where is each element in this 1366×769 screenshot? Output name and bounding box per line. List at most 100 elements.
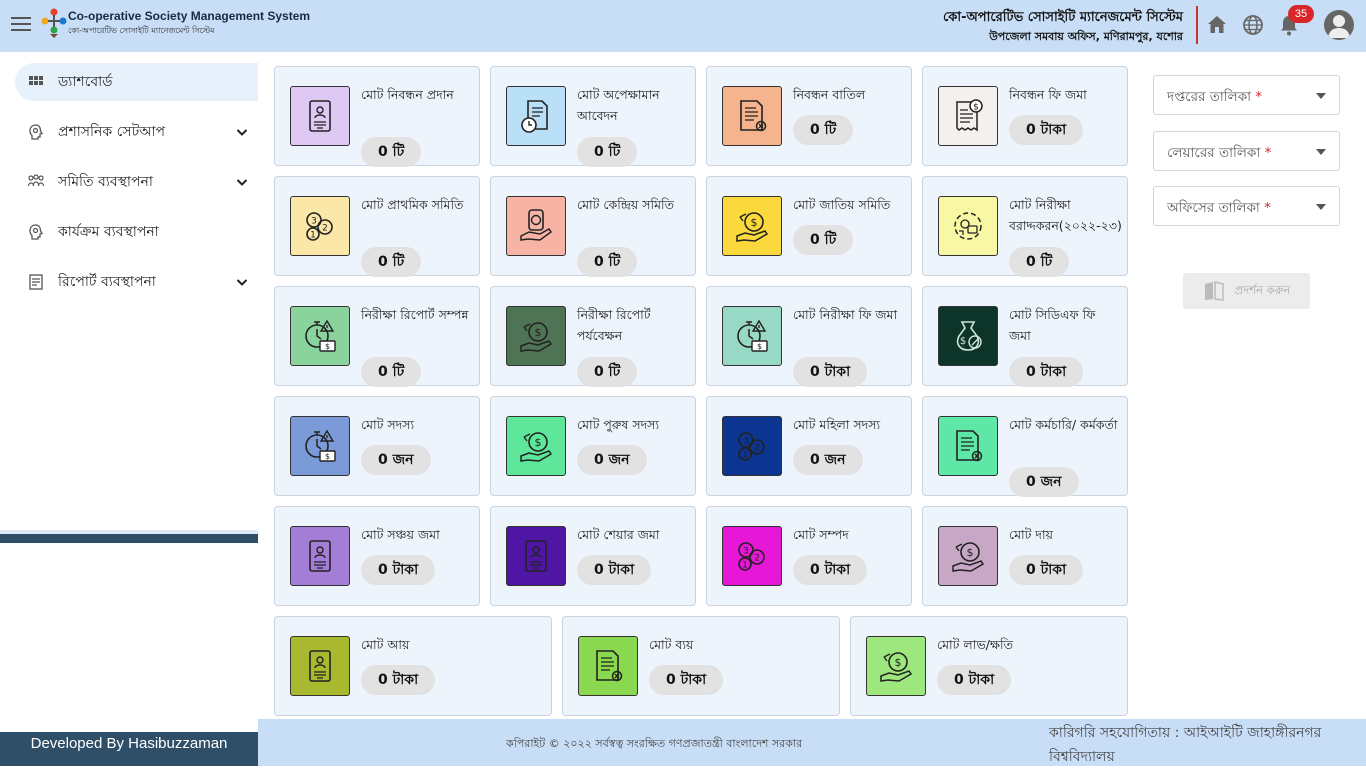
stat-card-value: 0 টি — [793, 115, 854, 145]
stat-card[interactable]: $ নিরীক্ষা রিপোর্ট সম্পন্ন 0 টি — [274, 286, 480, 387]
stat-card-title: মোট ব্যয় — [649, 637, 694, 652]
stat-card[interactable]: $ মোট সদস্য 0 জন — [274, 396, 480, 496]
stat-card[interactable]: মোট নিবন্ধন প্রদান 0 টি — [274, 66, 480, 167]
document-cancel-icon — [578, 636, 638, 696]
book-open-icon — [1204, 281, 1224, 301]
system-title: কো-অপারেটিভ সোসাইটি ম্যানেজমেন্ট সিস্টেম — [943, 10, 1183, 25]
stat-card[interactable]: মোট নিরীক্ষা বরাদ্দকরন(২০২২-২৩) 0 টি — [922, 176, 1128, 277]
sidebar-item-society-management[interactable]: সমিতি ব্যবস্থাপনা — [15, 163, 258, 201]
stat-card[interactable]: $ মোট পুরুষ সদস্য 0 জন — [490, 396, 696, 496]
sidebar-item-admin-setup[interactable]: প্রশাসনিক সেটআপ — [15, 113, 258, 151]
stat-card-value: 0 টাকা — [649, 665, 724, 695]
svg-text:$: $ — [325, 342, 330, 351]
stat-card[interactable]: $ মোট জাতিয় সমিতি 0 টি — [706, 176, 912, 276]
layer-list-select[interactable]: লেয়ারের তালিকা * — [1153, 131, 1340, 171]
stat-card-value: 0 টাকা — [1009, 555, 1084, 585]
stat-card-title: মোট নিরীক্ষা বরাদ্দকরন(২০২২-২৩) — [1009, 197, 1122, 233]
copyright-text: কপিরাইট © ২০২২ সর্বস্বত্ব সংরক্ষিত গণপ্র… — [506, 737, 803, 750]
id-card-icon — [290, 636, 350, 696]
stat-card-title: মোট সদস্য — [361, 417, 415, 432]
stat-card[interactable]: মোট কর্মচারি/ কর্মকর্তা 0 জন — [922, 396, 1128, 497]
chat-numbers-icon: 321 — [290, 196, 350, 256]
coins-cycle-icon — [938, 196, 998, 256]
coin-hand-icon — [506, 196, 566, 256]
office-list-select[interactable]: অফিসের তালিকা * — [1153, 186, 1340, 226]
stat-card-value: 0 টাকা — [361, 555, 436, 585]
stat-card-value: 0 টি — [793, 225, 854, 255]
stat-card[interactable]: মোট সঞ্চয় জমা 0 টাকা — [274, 506, 480, 606]
svg-text:3: 3 — [743, 547, 749, 557]
id-card-icon — [290, 86, 350, 146]
notification-badge[interactable]: 35 — [1288, 5, 1314, 23]
department-list-select[interactable]: দপ্তরের তালিকা * — [1153, 75, 1340, 115]
svg-text:3: 3 — [743, 437, 749, 447]
chat-numbers-icon: 321 — [722, 526, 782, 586]
brand-title-en: Co-operative Society Management System — [68, 9, 311, 23]
show-button[interactable]: প্রদর্শন করুন — [1183, 273, 1310, 309]
sidebar-item-dashboard[interactable]: ড্যাশবোর্ড — [15, 63, 258, 101]
stat-card-title: মোট সম্পদ — [793, 527, 849, 542]
id-card-icon — [506, 526, 566, 586]
stat-card-value: 0 টি — [361, 247, 422, 277]
chevron-down-icon[interactable] — [236, 276, 248, 288]
report-icon — [29, 274, 43, 290]
stat-card-value: 0 টি — [577, 137, 638, 167]
caret-down-icon — [1316, 149, 1326, 155]
stat-card-title: মোট মহিলা সদস্য — [793, 417, 881, 432]
svg-text:2: 2 — [322, 224, 328, 234]
stat-card-title: মোট আয় — [361, 637, 410, 652]
stat-card-title: মোট দায় — [1009, 527, 1053, 542]
sidebar-item-activity-management[interactable]: কার্যক্রম ব্যবস্থাপনা — [15, 213, 258, 251]
select-label: লেয়ারের তালিকা * — [1167, 145, 1272, 161]
stat-card-value: 0 টাকা — [793, 555, 868, 585]
money-bag-hand-icon: $ — [722, 196, 782, 256]
globe-icon[interactable] — [1241, 13, 1265, 37]
stat-card-title: নিরীক্ষা রিপোর্ট সম্পন্ন — [361, 307, 469, 322]
stat-card[interactable]: $ মোট নিরীক্ষা ফি জমা 0 টাকা — [706, 286, 912, 387]
stat-card[interactable]: নিবন্ধন বাতিল 0 টি — [706, 66, 912, 166]
stat-card-title: মোট নিরীক্ষা ফি জমা — [793, 307, 898, 322]
user-avatar[interactable] — [1324, 10, 1354, 40]
stat-card-value: 0 জন — [793, 445, 863, 475]
stat-card-value: 0 টি — [361, 137, 422, 167]
svg-text:$: $ — [967, 546, 974, 559]
money-bag-hand-icon: $ — [506, 306, 566, 366]
chevron-down-icon[interactable] — [236, 126, 248, 138]
stat-card-title: মোট অপেক্ষামান আবেদন — [577, 87, 660, 123]
stat-card[interactable]: $ নিরীক্ষা রিপোর্ট পর্যবেক্ষন 0 টি — [490, 286, 696, 387]
document-cancel-icon — [722, 86, 782, 146]
stat-card-value: 0 টি — [577, 357, 638, 387]
gear-head-icon — [29, 224, 44, 240]
stat-card[interactable]: $ মোট লাভ/ক্ষতি 0 টাকা — [850, 616, 1128, 716]
stat-card-title: মোট নিবন্ধন প্রদান — [361, 87, 454, 102]
menu-toggle-icon[interactable] — [11, 17, 31, 33]
sidebar-item-report-management[interactable]: রিপোর্ট ব্যবস্থাপনা — [15, 263, 258, 301]
stat-card[interactable]: 3 2 1 মোট মহিলা সদস্য 0 জন — [706, 396, 912, 496]
svg-text:1: 1 — [310, 231, 316, 241]
stat-card[interactable]: $ মোট দায় 0 টাকা — [922, 506, 1128, 606]
stat-card-title: মোট কর্মচারি/ কর্মকর্তা — [1009, 417, 1118, 432]
stat-card[interactable]: মোট কেন্দ্রিয় সমিতি 0 টি — [490, 176, 696, 277]
svg-text:$: $ — [973, 103, 979, 113]
chat-numbers-icon: 321 — [722, 416, 782, 476]
stat-card[interactable]: মোট আয় 0 টাকা — [274, 616, 552, 716]
stat-card-title: মোট শেয়ার জমা — [577, 527, 660, 542]
header-divider — [1196, 6, 1198, 44]
stat-card[interactable]: 3 2 1 মোট প্রাথমিক সমিতি 0 টি — [274, 176, 480, 277]
stat-card-title: মোট কেন্দ্রিয় সমিতি — [577, 197, 674, 212]
svg-text:$: $ — [960, 336, 966, 347]
stat-card[interactable]: মোট ব্যয় 0 টাকা — [562, 616, 840, 716]
chevron-down-icon[interactable] — [236, 176, 248, 188]
stat-card[interactable]: $ নিবন্ধন ফি জমা 0 টাকা — [922, 66, 1128, 166]
stat-card[interactable]: 3 2 1 মোট সম্পদ 0 টাকা — [706, 506, 912, 606]
footer: কপিরাইট © ২০২২ সর্বস্বত্ব সংরক্ষিত গণপ্র… — [258, 719, 1366, 766]
document-cancel-icon — [938, 416, 998, 476]
stat-card-title: নিরীক্ষা রিপোর্ট পর্যবেক্ষন — [577, 307, 651, 343]
stat-card[interactable]: মোট শেয়ার জমা 0 টাকা — [490, 506, 696, 606]
stat-card[interactable]: মোট অপেক্ষামান আবেদন 0 টি — [490, 66, 696, 167]
select-label: অফিসের তালিকা * — [1167, 200, 1271, 216]
stat-card-title: মোট লাভ/ক্ষতি — [937, 637, 1013, 652]
home-icon[interactable] — [1205, 13, 1229, 37]
svg-text:$: $ — [535, 326, 542, 339]
stat-card[interactable]: $ মোট সিডিএফ ফি জমা 0 টাকা — [922, 286, 1128, 387]
